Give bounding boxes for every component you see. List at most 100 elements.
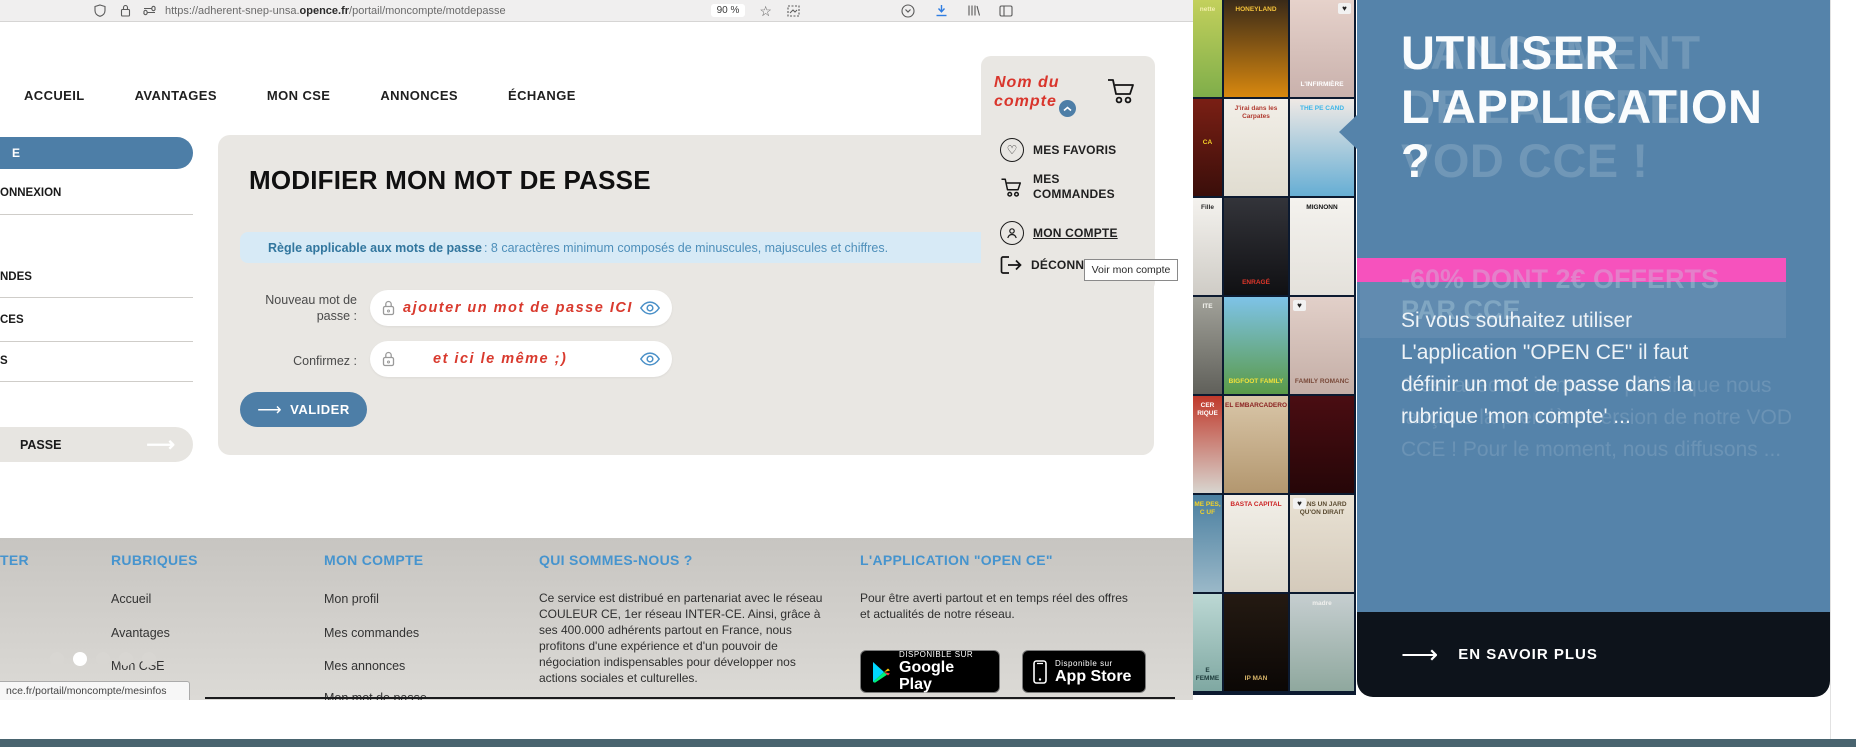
- movie-poster[interactable]: CA: [1193, 99, 1222, 196]
- tooltip: Voir mon compte: [1084, 259, 1178, 281]
- library-icon[interactable]: [966, 3, 982, 19]
- heart-icon: ♡: [1000, 138, 1024, 162]
- carousel-dot[interactable]: [142, 652, 156, 666]
- movie-poster[interactable]: L'INFIRMIÈRE ♥: [1290, 0, 1354, 97]
- sidebar-item-mot-de-passe[interactable]: PASSE ⟶: [0, 427, 193, 462]
- zoom-level-chip[interactable]: 90 %: [710, 4, 746, 17]
- sidebar-item-autre[interactable]: S: [0, 355, 193, 367]
- google-play-icon: [871, 661, 891, 683]
- poster-title: MIGNONN: [1306, 204, 1338, 211]
- nav-item-accueil[interactable]: ACCUEIL: [24, 88, 85, 103]
- lock-icon[interactable]: [117, 3, 133, 19]
- download-icon[interactable]: [934, 3, 950, 19]
- movie-poster[interactable]: BIGFOOT FAMILY: [1224, 297, 1288, 394]
- menu-item-favorites[interactable]: ♡ MES FAVORIS: [1000, 138, 1116, 162]
- footer-link-avantages[interactable]: Avantages: [111, 626, 170, 640]
- permissions-icon[interactable]: [141, 3, 157, 19]
- rule-text: : 8 caractères minimum composés de minus…: [483, 240, 889, 255]
- confirm-password-input[interactable]: et ici le même ;): [370, 341, 672, 377]
- google-play-badge[interactable]: DISPONIBLE SUR Google Play: [860, 650, 1000, 693]
- submit-label: VALIDER: [290, 402, 350, 417]
- movie-poster[interactable]: EL EMBARCADERO: [1224, 396, 1288, 493]
- sidebar-item-annonces[interactable]: CES: [0, 314, 193, 326]
- movie-poster[interactable]: BASTA CAPITAL: [1224, 495, 1288, 592]
- movie-poster[interactable]: DANS UN JARD QU'ON DIRAIT ♥: [1290, 495, 1354, 592]
- poster-title: THE PE CAND: [1299, 105, 1345, 112]
- nav-item-annonces[interactable]: ANNONCES: [380, 88, 458, 103]
- sidebar-divider: [0, 381, 193, 382]
- poster-row: nette HONEYLAND L'INFIRMIÈRE ♥: [1193, 0, 1356, 97]
- pocket-icon[interactable]: [900, 3, 916, 19]
- movie-poster[interactable]: IP MAN: [1224, 594, 1288, 691]
- footer-link-mon-profil[interactable]: Mon profil: [324, 592, 379, 606]
- menu-item-account[interactable]: MON COMPTE: [1000, 221, 1118, 245]
- submit-button[interactable]: ⟶ VALIDER: [240, 392, 367, 427]
- show-password-eye-icon[interactable]: [640, 301, 660, 315]
- movie-poster[interactable]: ITE: [1193, 297, 1222, 394]
- movie-poster[interactable]: [1290, 396, 1354, 493]
- cart-icon[interactable]: [1106, 76, 1138, 106]
- shield-icon[interactable]: [92, 3, 108, 19]
- cart-icon: [1000, 176, 1024, 199]
- movie-poster[interactable]: HONEYLAND: [1224, 0, 1288, 97]
- movie-poster[interactable]: Fille: [1193, 198, 1222, 295]
- movie-poster[interactable]: nette: [1193, 0, 1222, 97]
- footer-link-mes-commandes[interactable]: Mes commandes: [324, 626, 419, 640]
- app-store-badge[interactable]: Disponible sur App Store: [1022, 650, 1146, 693]
- poster-title: BIGFOOT FAMILY: [1228, 378, 1284, 385]
- carousel-dot[interactable]: [96, 652, 110, 666]
- account-name[interactable]: Nom du compte: [994, 73, 1060, 111]
- poster-row: Fille ENRAGÉ MIGNONN: [1193, 198, 1356, 295]
- carousel-dots: [50, 652, 165, 671]
- poster-title: CA: [1202, 139, 1213, 146]
- favorite-heart-icon[interactable]: ♥: [1293, 498, 1306, 509]
- movie-poster[interactable]: J'irai dans les Carpates: [1224, 99, 1288, 196]
- footer-heading-qui-sommes-nous: QUI SOMMES-NOUS ?: [539, 552, 693, 568]
- poster-row: CER RIQUE EL EMBARCADERO: [1193, 396, 1356, 493]
- url-text[interactable]: https://adherent-snep-unsa.opence.fr/por…: [165, 5, 506, 17]
- nav-item-mon-cse[interactable]: MON CSE: [267, 88, 330, 103]
- carousel-dot[interactable]: [73, 652, 87, 666]
- chevron-up-icon[interactable]: [1059, 100, 1076, 117]
- carousel-dot[interactable]: [50, 652, 64, 666]
- footer-link-accueil[interactable]: Accueil: [111, 592, 151, 606]
- menu-item-orders[interactable]: MES COMMANDES: [1000, 172, 1123, 202]
- movie-poster[interactable]: ME PES, C UF: [1193, 495, 1222, 592]
- nav-item-echange[interactable]: ÉCHANGE: [508, 88, 576, 103]
- page-bottom-edge: [205, 697, 1175, 699]
- movie-poster[interactable]: CER RIQUE: [1193, 396, 1222, 493]
- bookmark-star-icon[interactable]: ☆: [759, 4, 772, 18]
- status-bar-link-preview: nce.fr/portail/moncompte/mesinfos: [0, 681, 190, 700]
- bottom-teal-bar: [0, 739, 1856, 747]
- movie-poster[interactable]: FAMILY ROMANC ♥: [1290, 297, 1354, 394]
- movie-poster[interactable]: madre: [1290, 594, 1354, 691]
- show-password-eye-icon[interactable]: [640, 352, 660, 366]
- poster-title: nette: [1199, 6, 1216, 13]
- movie-poster[interactable]: MIGNONN: [1290, 198, 1354, 295]
- footer-link-mes-annonces[interactable]: Mes annonces: [324, 659, 405, 673]
- favorite-heart-icon[interactable]: ♥: [1293, 300, 1306, 311]
- screenshot-icon[interactable]: [786, 3, 802, 19]
- carousel-dot[interactable]: [119, 652, 133, 666]
- sidebar-item-commandes[interactable]: NDES: [0, 271, 193, 283]
- nav-item-avantages[interactable]: AVANTAGES: [135, 88, 217, 103]
- promo-title: UTILISER L'APPLICATION ?: [1401, 26, 1763, 187]
- badge-label: Google Play: [899, 659, 955, 693]
- new-password-input[interactable]: ajouter un mot de passe ICI: [370, 290, 672, 326]
- cta-en-savoir-plus[interactable]: ⟶ EN SAVOIR PLUS: [1357, 612, 1830, 697]
- poster-title: [1290, 434, 1354, 438]
- poster-title: ME PES, C UF: [1194, 501, 1221, 516]
- footer-heading-rubriques: RUBRIQUES: [111, 552, 198, 568]
- lock-icon: [382, 351, 395, 367]
- cta-label: EN SAVOIR PLUS: [1458, 646, 1598, 663]
- poster-title: ENRAGÉ: [1242, 279, 1270, 286]
- favorite-heart-icon[interactable]: ♥: [1338, 3, 1351, 14]
- footer: TER RUBRIQUES Accueil Avantages Mon CSE …: [0, 538, 1193, 700]
- poster-title: IP MAN: [1244, 675, 1268, 682]
- sidebar-item-connexion[interactable]: ONNEXION: [0, 187, 193, 199]
- sidebar-item-active[interactable]: E: [0, 137, 193, 169]
- movie-poster[interactable]: E FEMME: [1193, 594, 1222, 691]
- movie-poster[interactable]: ENRAGÉ: [1224, 198, 1288, 295]
- sidebar-toggle-icon[interactable]: [998, 3, 1014, 19]
- menu-item-logout[interactable]: DÉCONN: [1000, 255, 1084, 275]
